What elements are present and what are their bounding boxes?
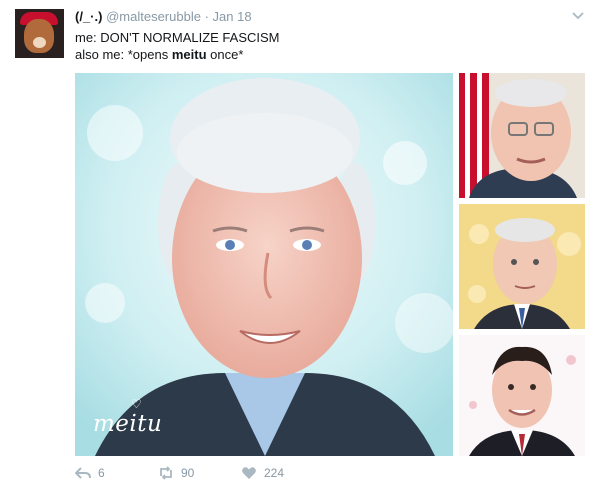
retweet-button[interactable]: 90 — [158, 466, 194, 480]
tweet-date[interactable]: Jan 18 — [213, 9, 252, 24]
side-photo-1[interactable] — [459, 73, 585, 198]
tweet-line-2-suffix: once* — [206, 47, 244, 62]
main-photo[interactable]: ♡ meitu — [75, 73, 453, 456]
avatar[interactable] — [15, 9, 64, 58]
author-handle[interactable]: @malteserubble — [106, 9, 201, 24]
author-name[interactable]: (/_·.) — [75, 9, 102, 24]
chevron-down-icon[interactable] — [570, 10, 586, 22]
reply-count: 6 — [98, 466, 105, 480]
heart-icon — [242, 467, 256, 479]
tweet-line-2-bold: meitu — [171, 47, 207, 62]
retweet-count: 90 — [181, 466, 195, 480]
reply-icon — [75, 467, 91, 479]
tweet-line-1: me: DON'T NORMALIZE FASCISM — [75, 30, 280, 45]
watermark-heart-icon: ♡ — [131, 397, 142, 411]
header-separator: · — [204, 9, 209, 24]
retweet-icon — [160, 466, 172, 480]
avatar-muzzle — [33, 37, 46, 48]
like-count: 224 — [264, 466, 285, 480]
like-button[interactable]: 224 — [241, 466, 284, 480]
tweet-header: (/_·.) @malteserubble · Jan 18 — [75, 9, 252, 24]
meitu-watermark: meitu — [93, 411, 163, 437]
side-photo-2[interactable] — [459, 204, 585, 329]
tweet-text: me: DON'T NORMALIZE FASCISM also me: *op… — [75, 29, 280, 63]
reply-button[interactable]: 6 — [75, 466, 105, 480]
side-photo-3[interactable] — [459, 335, 585, 456]
tweet-line-2: also me: *opens meitu once* — [75, 46, 280, 63]
tweet-line-2-prefix: also me: *opens — [75, 47, 172, 62]
tweet-media: ♡ meitu — [75, 73, 585, 456]
